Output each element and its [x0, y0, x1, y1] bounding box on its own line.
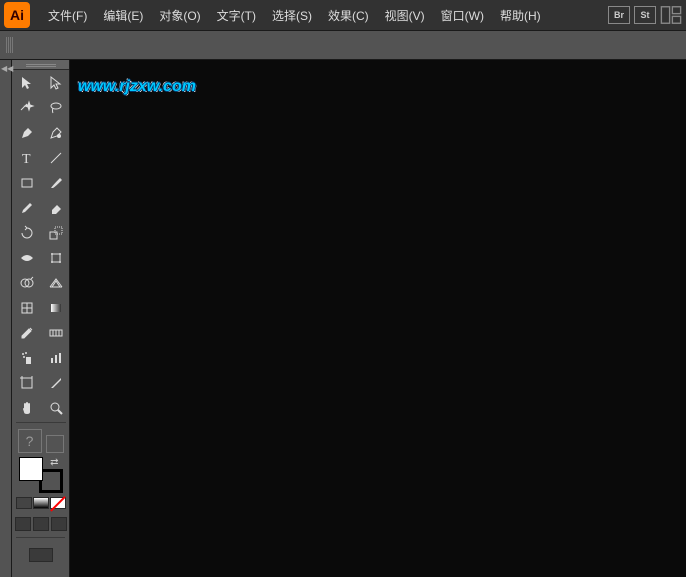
arrange-icon[interactable] — [660, 6, 682, 24]
menu-help[interactable]: 帮助(H) — [492, 0, 549, 30]
canvas-area[interactable]: www.rjzxw.com — [70, 60, 686, 577]
line-tool[interactable] — [41, 145, 70, 170]
draw-behind[interactable] — [33, 517, 49, 531]
tools-header[interactable] — [12, 60, 69, 70]
column-graph-tool[interactable] — [41, 345, 70, 370]
lasso-tool[interactable] — [41, 95, 70, 120]
menu-select[interactable]: 选择(S) — [264, 0, 320, 30]
selection-tool[interactable] — [12, 70, 41, 95]
mesh-tool[interactable] — [12, 295, 41, 320]
menu-window[interactable]: 窗口(W) — [433, 0, 492, 30]
fill-stroke-control[interactable]: ⇄ — [19, 457, 63, 493]
pen-tool[interactable] — [12, 120, 41, 145]
draw-inside[interactable] — [51, 517, 67, 531]
menu-edit[interactable]: 编辑(E) — [95, 0, 151, 30]
tools-panel: T ? — [12, 60, 70, 577]
draw-normal[interactable] — [15, 517, 31, 531]
menubar: Ai 文件(F) 编辑(E) 对象(O) 文字(T) 选择(S) 效果(C) 视… — [0, 0, 686, 30]
menu-object[interactable]: 对象(O) — [151, 0, 208, 30]
fill-color[interactable] — [19, 457, 43, 481]
options-grip[interactable] — [6, 37, 14, 53]
type-tool[interactable]: T — [12, 145, 41, 170]
menu-effect[interactable]: 效果(C) — [320, 0, 377, 30]
pencil-tool[interactable] — [12, 195, 41, 220]
blend-tool[interactable] — [41, 320, 70, 345]
eyedropper-tool[interactable] — [12, 320, 41, 345]
width-tool[interactable] — [12, 245, 41, 270]
symbol-sprayer-tool[interactable] — [12, 345, 41, 370]
swap-colors-icon[interactable]: ⇄ — [50, 457, 58, 468]
menu-file[interactable]: 文件(F) — [40, 0, 95, 30]
slice-tool[interactable] — [41, 370, 70, 395]
watermark-text: www.rjzxw.com — [78, 78, 196, 96]
paintbrush-tool[interactable] — [41, 170, 70, 195]
perspective-grid-tool[interactable] — [41, 270, 70, 295]
menu-view[interactable]: 视图(V) — [377, 0, 433, 30]
svg-text:T: T — [22, 152, 31, 166]
free-transform-tool[interactable] — [41, 245, 70, 270]
panel-collapse-strip[interactable]: ◀◀ — [0, 60, 12, 577]
color-mode-gradient[interactable] — [33, 497, 49, 509]
hand-tool[interactable] — [12, 395, 41, 420]
artboard-tool[interactable] — [12, 370, 41, 395]
stock-icon[interactable]: St — [634, 6, 656, 24]
color-mode-solid[interactable] — [16, 497, 32, 509]
rectangle-tool[interactable] — [12, 170, 41, 195]
scale-tool[interactable] — [41, 220, 70, 245]
direct-selection-tool[interactable] — [41, 70, 70, 95]
curvature-tool[interactable] — [41, 120, 70, 145]
fill-unknown[interactable]: ? — [18, 429, 42, 453]
eraser-tool[interactable] — [41, 195, 70, 220]
options-bar — [0, 30, 686, 60]
shape-builder-tool[interactable] — [12, 270, 41, 295]
bridge-icon[interactable]: Br — [608, 6, 630, 24]
color-section: ? ⇄ — [12, 425, 69, 566]
color-mode-none[interactable] — [50, 497, 66, 509]
gradient-tool[interactable] — [41, 295, 70, 320]
zoom-tool[interactable] — [41, 395, 70, 420]
app-logo: Ai — [4, 2, 30, 28]
rotate-tool[interactable] — [12, 220, 41, 245]
menu-type[interactable]: 文字(T) — [209, 0, 264, 30]
magic-wand-tool[interactable] — [12, 95, 41, 120]
screen-mode[interactable] — [29, 548, 53, 562]
stroke-swatch[interactable] — [46, 435, 64, 453]
